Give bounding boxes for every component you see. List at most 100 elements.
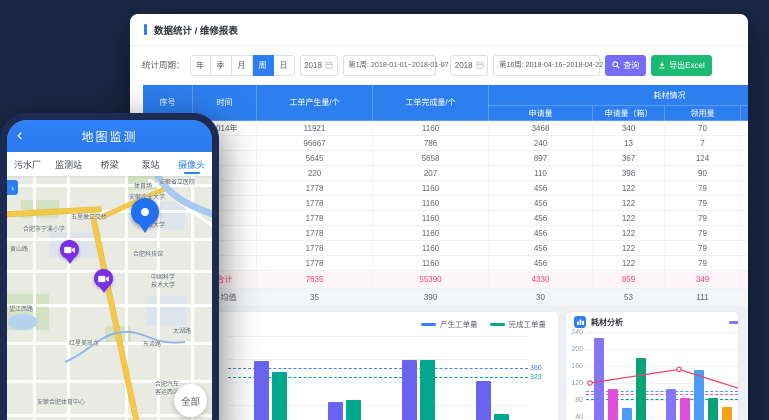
workorder-chart-card: 产生工单量 完成工单量 360323 <box>214 312 558 420</box>
table-cell: 1160 <box>373 196 489 211</box>
y-tick-label: 160 <box>566 363 583 370</box>
table-cell: 67 <box>741 196 749 211</box>
bar <box>666 389 676 420</box>
table-cell: 367 <box>593 151 665 166</box>
selected-camera-marker[interactable] <box>131 198 159 226</box>
query-label: 查询 <box>623 60 639 71</box>
table-cell: 7635 <box>257 271 373 289</box>
gridline <box>586 332 738 333</box>
table-cell: 110 <box>489 166 593 181</box>
group-header: 耗材情况 <box>489 85 749 106</box>
y-tick-label: 120 <box>566 380 583 387</box>
table-cell: 35 <box>257 289 373 307</box>
map-label: 望江西路 <box>9 304 33 313</box>
table-cell: 122 <box>593 241 665 256</box>
period-option-月[interactable]: 月 <box>232 55 253 76</box>
map-road <box>7 238 212 241</box>
table-cell: 1778 <box>257 241 373 256</box>
end-week-input[interactable]: 第16周: 2018-04-16~2018-04-22 <box>493 55 600 76</box>
phone-mockup: ‹ 地图监测 污水厂监测站桥梁泵站摄像头 <box>0 113 219 420</box>
bar <box>708 398 718 420</box>
query-button[interactable]: 查询 <box>605 55 646 76</box>
table-row: 12014年119211160346834070250 <box>143 121 749 136</box>
table-cell: 79 <box>665 241 741 256</box>
table-cell: 30 <box>489 289 593 307</box>
phone-tab-bar: 污水厂监测站桥梁泵站摄像头 <box>7 152 212 176</box>
export-excel-button[interactable]: 导出Excel <box>651 55 712 76</box>
screen: 数据统计 / 维修报表 统计周期： 年季月周日 2018 第1周: 2018-0… <box>0 0 769 420</box>
sub-col-header: 领用量 <box>665 106 741 121</box>
period-option-日[interactable]: 日 <box>274 55 295 76</box>
bar <box>254 361 269 420</box>
reference-line-label: 360 <box>530 365 554 372</box>
table-cell: 1160 <box>373 211 489 226</box>
period-option-周[interactable]: 周 <box>253 55 274 76</box>
bar <box>346 400 361 420</box>
all-filter-button[interactable]: 全部 <box>174 384 207 417</box>
table-cell: 456 <box>489 256 593 271</box>
camera-marker[interactable] <box>94 269 113 288</box>
map-label: 红星美凯龙 <box>69 338 99 347</box>
table-row: 42202071103989019 <box>143 166 749 181</box>
phone-tab-摄像头[interactable]: 摄像头 <box>171 152 212 176</box>
phone-tab-污水厂[interactable]: 污水厂 <box>7 152 48 176</box>
period-segmented: 年季月周日 <box>190 55 295 76</box>
table-cell: 1160 <box>373 121 489 136</box>
table-cell: 67 <box>741 226 749 241</box>
table-cell: 456 <box>489 196 593 211</box>
table-cell: 79 <box>665 196 741 211</box>
map-label: 安徽合肥体育中心 <box>37 397 85 406</box>
col-header: 工单产生量/个 <box>257 85 373 121</box>
y-tick-label: 80 <box>566 397 583 404</box>
start-week-input[interactable]: 第1周: 2018-01-01~2018-01-07 <box>343 55 436 76</box>
table-cell: 79 <box>665 181 741 196</box>
period-option-年[interactable]: 年 <box>190 55 211 76</box>
phone-tab-泵站[interactable]: 泵站 <box>130 152 171 176</box>
bar <box>680 398 690 420</box>
legend-line-marker <box>421 323 436 326</box>
map-label: 合肥科技馆 <box>133 249 163 258</box>
table-cell: 7 <box>665 136 741 151</box>
table-cell: 67 <box>741 211 749 226</box>
bar <box>722 407 732 420</box>
table-cell: 33 <box>741 271 749 289</box>
start-year-select[interactable]: 2018 <box>300 55 338 76</box>
download-icon <box>658 61 666 69</box>
map-label: 东流路 <box>143 339 161 348</box>
map-view[interactable]: 体育场安徽农业大学安徽省立医院五里墩立交桥合肥市宁溪小学安徽大学合肥科技馆中国科… <box>7 176 212 420</box>
phone-screen: ‹ 地图监测 污水厂监测站桥梁泵站摄像头 <box>7 120 212 420</box>
map-label: 安徽省立医院 <box>159 177 195 186</box>
map-label: 黄山路 <box>10 244 28 253</box>
table-cell: 70 <box>665 121 741 136</box>
charts-section: 产生工单量完成工单量 360323 耗材分析 2402001601208040 <box>130 306 748 420</box>
camera-marker[interactable] <box>60 240 79 259</box>
phone-tab-桥梁[interactable]: 桥梁 <box>89 152 130 176</box>
bar <box>694 370 704 420</box>
calendar-icon <box>476 61 484 69</box>
range-separator: ~ <box>441 61 446 70</box>
gridline <box>586 383 738 384</box>
phone-tab-监测站[interactable]: 监测站 <box>48 152 89 176</box>
table-cell: 55390 <box>373 271 489 289</box>
calendar-icon <box>325 61 333 69</box>
camera-icon <box>64 246 75 254</box>
table-cell: 19 <box>741 166 749 181</box>
table-cell: 456 <box>489 181 593 196</box>
table-cell: 122 <box>593 211 665 226</box>
table-cell: 456 <box>489 241 593 256</box>
export-label: 导出Excel <box>669 60 705 71</box>
dashboard-card: 数据统计 / 维修报表 统计周期： 年季月周日 2018 第1周: 2018-0… <box>130 14 748 420</box>
back-icon[interactable]: ‹ <box>17 124 23 146</box>
end-year-select[interactable]: 2018 <box>450 55 488 76</box>
workorder-bar-chart: 360323 <box>228 336 528 420</box>
bar <box>594 338 604 420</box>
start-week-value: 第1周: 2018-01-01~2018-01-07 <box>349 60 449 70</box>
legend-item[interactable]: 产生工单量 <box>421 319 478 330</box>
map-expander-button[interactable]: › <box>7 180 18 195</box>
bar <box>608 389 618 420</box>
period-option-季[interactable]: 季 <box>211 55 232 76</box>
search-icon <box>612 61 620 69</box>
table-cell: 240 <box>489 136 593 151</box>
table-cell: 5645 <box>257 151 373 166</box>
legend-item[interactable]: 完成工单量 <box>490 319 547 330</box>
